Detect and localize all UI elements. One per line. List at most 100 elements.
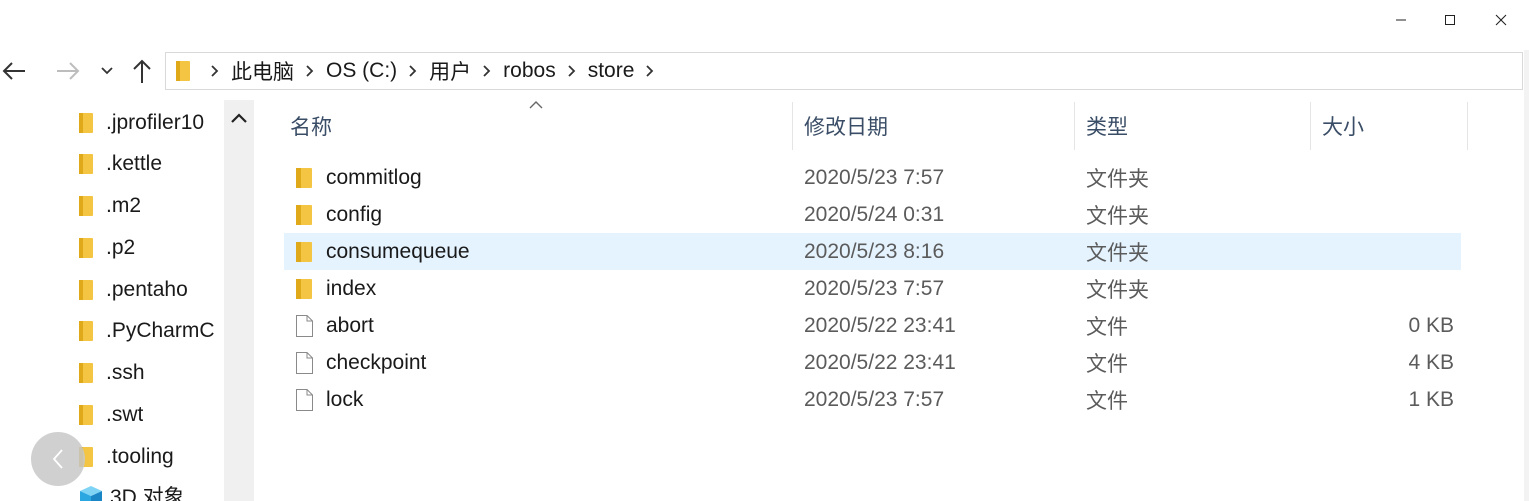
file-type: 文件夹 [1086, 167, 1149, 191]
folder-icon [79, 154, 93, 174]
nav-item-label: .swt [106, 403, 144, 426]
nav-item-pycharmc[interactable]: .PyCharmC [78, 313, 215, 349]
file-name: config [326, 202, 383, 226]
file-date: 2020/5/24 0:31 [804, 202, 945, 226]
table-row[interactable]: index 2020/5/23 7:57 文件夹 [284, 270, 1461, 307]
file-name: index [326, 276, 377, 300]
minimize-button[interactable] [1376, 0, 1426, 40]
minimize-icon [1396, 19, 1406, 21]
nav-item-label: .tooling [106, 445, 174, 468]
file-name: consumequeue [326, 239, 470, 263]
back-button[interactable] [0, 56, 28, 86]
file-date: 2020/5/23 7:57 [804, 165, 945, 189]
nav-item-kettle[interactable]: .kettle [78, 146, 162, 182]
folder-icon [79, 280, 93, 300]
chevron-right-icon[interactable] [640, 64, 660, 78]
column-divider[interactable] [1467, 102, 1468, 150]
title-bar [0, 0, 1529, 41]
file-list-scrollbar[interactable] [1524, 50, 1529, 501]
file-type: 文件夹 [1086, 204, 1149, 228]
folder-icon [296, 168, 312, 188]
folder-icon [296, 242, 312, 262]
maximize-button[interactable] [1425, 0, 1475, 40]
breadcrumb-robos[interactable]: robos [501, 59, 558, 83]
nav-item-ssh[interactable]: .ssh [78, 355, 145, 391]
file-type: 文件夹 [1086, 278, 1149, 302]
file-icon [296, 389, 313, 411]
nav-item-label: .m2 [106, 194, 142, 217]
table-row[interactable]: checkpoint 2020/5/22 23:41 文件 4 KB [284, 344, 1461, 381]
chevron-down-icon [101, 67, 113, 75]
file-date: 2020/5/23 8:16 [804, 239, 945, 263]
chevron-right-icon[interactable] [205, 64, 225, 78]
folder-icon [176, 61, 190, 81]
maximize-icon [1445, 15, 1455, 25]
navigation-pane-scrollbar[interactable] [224, 100, 254, 501]
breadcrumb-users[interactable]: 用户 [427, 56, 473, 86]
table-row[interactable]: config 2020/5/24 0:31 文件夹 [284, 196, 1461, 233]
file-size [1334, 233, 1454, 270]
address-bar[interactable]: 此电脑 OS (C:) 用户 robos store [165, 52, 1523, 90]
forward-button[interactable] [54, 56, 82, 86]
folder-icon [79, 405, 93, 425]
nav-item-p2[interactable]: .p2 [78, 230, 135, 266]
table-row[interactable]: abort 2020/5/22 23:41 文件 0 KB [284, 307, 1461, 344]
breadcrumb-store[interactable]: store [586, 59, 637, 83]
arrow-left-icon [2, 62, 25, 80]
nav-item-pentaho[interactable]: .pentaho [78, 272, 188, 308]
folder-icon [79, 321, 93, 341]
table-row[interactable]: lock 2020/5/23 7:57 文件 1 KB [284, 381, 1461, 418]
3d-objects-icon [80, 486, 102, 501]
file-list[interactable]: 名称 修改日期 类型 大小 commitlog 2020/5/23 7:57 文… [260, 100, 1529, 501]
file-size: 0 KB [1408, 313, 1454, 337]
folder-icon [79, 196, 93, 216]
column-header-size[interactable]: 大小 [1310, 102, 1467, 150]
nav-item-label: .jprofiler10 [106, 111, 205, 134]
folder-icon [79, 113, 93, 133]
nav-item-label: .PyCharmC [106, 319, 215, 342]
up-button[interactable] [128, 56, 156, 86]
column-header-name[interactable]: 名称 [278, 102, 792, 150]
chevron-right-icon[interactable] [300, 64, 320, 78]
chevron-left-icon [52, 449, 63, 469]
file-explorer-window: 此电脑 OS (C:) 用户 robos store .jprofiler10 … [0, 0, 1529, 501]
folder-icon [79, 238, 93, 258]
close-button[interactable] [1476, 0, 1526, 40]
breadcrumb-this-pc[interactable]: 此电脑 [229, 56, 296, 86]
close-icon [1495, 14, 1507, 26]
chevron-right-icon[interactable] [403, 64, 423, 78]
breadcrumb-drive-c[interactable]: OS (C:) [324, 59, 399, 83]
nav-item-swt[interactable]: .swt [78, 397, 143, 433]
folder-icon [296, 279, 312, 299]
column-header-date[interactable]: 修改日期 [792, 102, 1074, 150]
file-name: abort [326, 313, 374, 337]
file-date: 2020/5/23 7:57 [804, 387, 945, 411]
arrow-right-icon [57, 62, 80, 80]
nav-item-jprofiler10[interactable]: .jprofiler10 [78, 105, 204, 141]
chevron-right-icon[interactable] [477, 64, 497, 78]
table-row[interactable]: commitlog 2020/5/23 7:57 文件夹 [284, 159, 1461, 196]
file-name: commitlog [326, 165, 422, 189]
file-size: 4 KB [1408, 350, 1454, 374]
nav-item-tooling[interactable]: .tooling [78, 439, 174, 475]
file-size [1334, 196, 1454, 233]
file-type: 文件 [1086, 352, 1128, 376]
chevron-right-icon[interactable] [562, 64, 582, 78]
file-icon [296, 352, 313, 374]
column-header-type[interactable]: 类型 [1074, 102, 1310, 150]
file-size [1334, 159, 1454, 196]
scroll-up-arrow-icon[interactable] [230, 110, 248, 126]
file-name: lock [326, 387, 364, 411]
file-type: 文件夹 [1086, 241, 1149, 265]
nav-item-m2[interactable]: .m2 [78, 188, 141, 224]
recent-locations-button[interactable] [94, 56, 120, 86]
folder-icon [79, 363, 93, 383]
nav-item-label: 3D 对象 [110, 486, 185, 501]
table-row-selected[interactable]: consumequeue 2020/5/23 8:16 文件夹 [284, 233, 1461, 270]
nav-item-3d-objects[interactable]: 3D 对象 [78, 478, 185, 501]
back-gesture-button[interactable] [31, 432, 85, 486]
file-type: 文件 [1086, 315, 1128, 339]
file-type: 文件 [1086, 389, 1128, 413]
file-size: 1 KB [1408, 387, 1454, 411]
nav-item-label: .pentaho [106, 278, 188, 301]
